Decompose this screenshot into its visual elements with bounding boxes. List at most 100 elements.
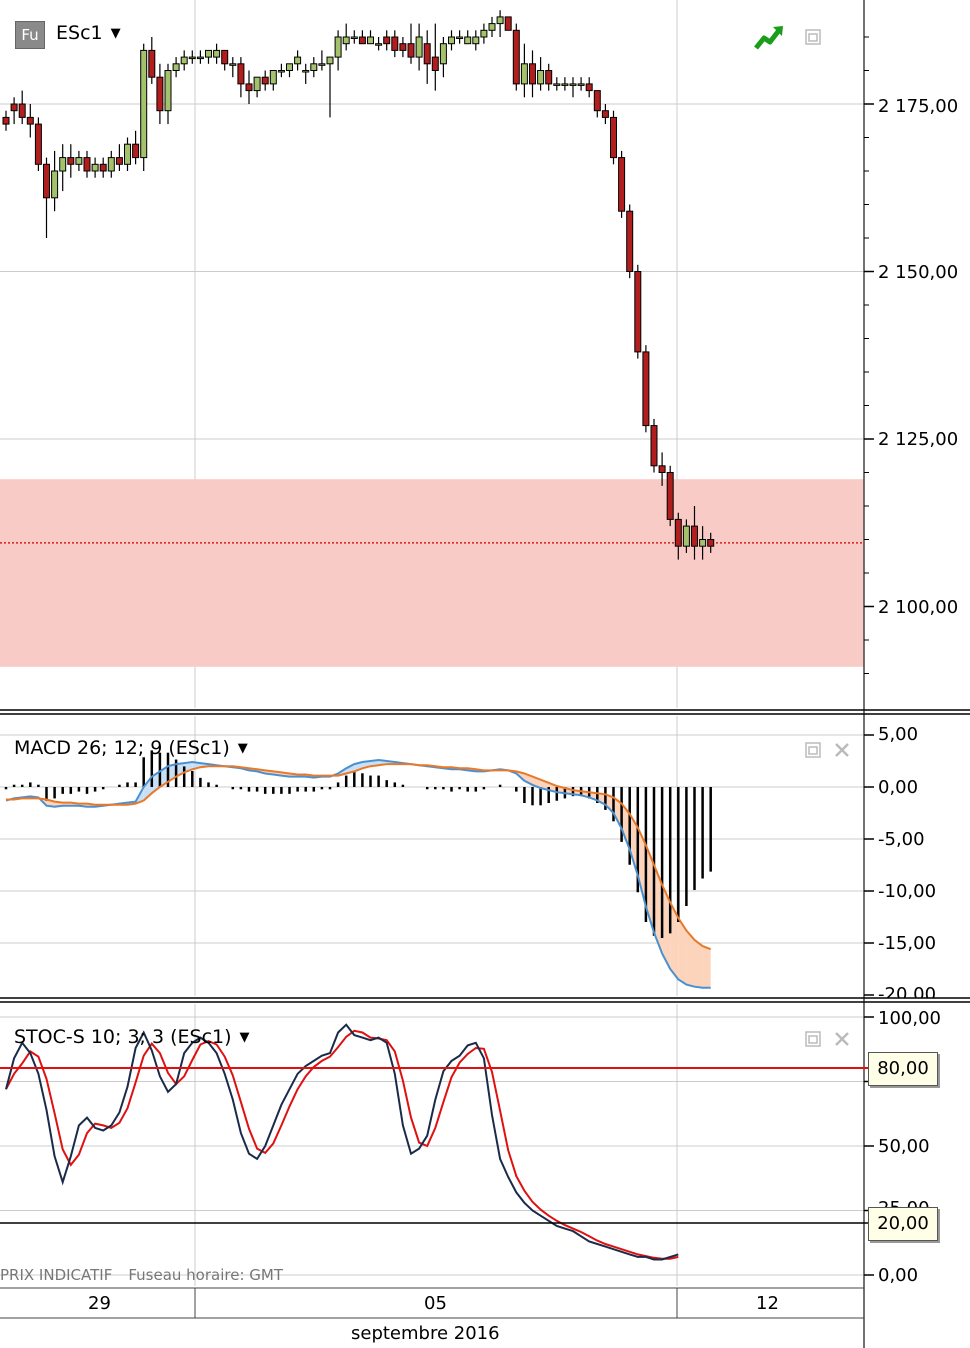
dropdown-caret-icon: ▼ bbox=[237, 741, 248, 756]
price-tick-label: 2 150,00 bbox=[878, 262, 959, 283]
x-tick-label: 05 bbox=[424, 1293, 447, 1314]
candle-body bbox=[391, 36, 399, 51]
candle-body bbox=[286, 63, 293, 71]
maximize-icon[interactable] bbox=[805, 742, 821, 758]
timezone-note: Fuseau horaire: GMT bbox=[128, 1266, 283, 1284]
candle-body bbox=[245, 83, 253, 92]
candle-body bbox=[504, 16, 512, 31]
candle-body bbox=[456, 36, 464, 39]
candle-body bbox=[180, 56, 188, 65]
macd-tick-label: -10,00 bbox=[878, 881, 937, 902]
candle-body bbox=[302, 70, 310, 73]
candle-body bbox=[221, 49, 229, 65]
candle-body bbox=[626, 210, 634, 272]
candle-body bbox=[480, 29, 488, 38]
candle-body bbox=[423, 43, 431, 65]
candle-body bbox=[196, 56, 204, 60]
candle-body bbox=[107, 157, 115, 172]
stochastic-tick-label: 50,00 bbox=[878, 1136, 930, 1157]
month-label: septembre 2016 bbox=[351, 1323, 500, 1344]
macd-tick-label: -15,00 bbox=[878, 933, 937, 954]
candle-body bbox=[415, 36, 423, 58]
candle-body bbox=[140, 49, 148, 159]
candle-body bbox=[666, 472, 674, 520]
candle-body bbox=[26, 116, 34, 125]
candle-body bbox=[213, 49, 221, 58]
candle-body bbox=[2, 116, 10, 125]
stochastic-indicator-selector[interactable]: STOC-S 10; 3; 3 (ESc1) ▼ bbox=[14, 1026, 250, 1048]
axis-ticks bbox=[864, 36, 874, 1276]
macd-tick-label: -20,00 bbox=[878, 984, 937, 998]
candle-body bbox=[75, 157, 83, 165]
candle-body bbox=[83, 157, 91, 172]
candle-body bbox=[10, 103, 18, 112]
macd-tick-label: 0,00 bbox=[878, 777, 919, 798]
macd-histogram bbox=[4, 750, 712, 939]
candle-body bbox=[358, 36, 366, 45]
candle-body bbox=[464, 36, 472, 45]
chart-canvas bbox=[0, 0, 970, 1348]
candle-body bbox=[545, 70, 553, 85]
x-tick-label: 12 bbox=[756, 1293, 779, 1314]
maximize-icon[interactable] bbox=[805, 29, 821, 45]
stochastic-title: STOC-S 10; 3; 3 (ESc1) bbox=[14, 1026, 232, 1048]
candle-body bbox=[269, 70, 277, 85]
macd-tick-label: -5,00 bbox=[878, 829, 925, 850]
price-highlight-band bbox=[0, 479, 864, 667]
candle-body bbox=[496, 16, 504, 25]
stochastic-d-line bbox=[5, 1029, 679, 1260]
candle-body bbox=[561, 83, 569, 86]
candle-body bbox=[18, 103, 26, 118]
candle-body bbox=[553, 83, 561, 86]
close-icon[interactable] bbox=[834, 742, 850, 758]
macd-fill-segment bbox=[694, 939, 703, 988]
symbol-selector[interactable]: ESc1 ▼ bbox=[56, 22, 121, 44]
candle-body bbox=[67, 157, 75, 165]
logo-text: Fu bbox=[21, 26, 39, 44]
stochastic-tick-label: 0,00 bbox=[878, 1265, 919, 1286]
candle-body bbox=[448, 36, 455, 45]
candle-body bbox=[431, 56, 439, 71]
price-tick-label: 2 100,00 bbox=[878, 597, 959, 618]
candle-body bbox=[618, 157, 626, 212]
candle-body bbox=[205, 49, 212, 58]
dropdown-caret-icon: ▼ bbox=[110, 26, 121, 41]
candle-body bbox=[610, 116, 617, 159]
candle-body bbox=[658, 465, 666, 473]
candle-body bbox=[318, 63, 326, 66]
candlestick-series bbox=[2, 10, 715, 560]
candle-body bbox=[520, 63, 528, 85]
candle-body bbox=[634, 271, 642, 353]
candle-body bbox=[577, 83, 585, 86]
x-tick-label: 29 bbox=[88, 1293, 111, 1314]
candle-body bbox=[650, 425, 658, 467]
price-note: PRIX INDICATIF bbox=[0, 1266, 113, 1284]
candle-body bbox=[342, 36, 350, 45]
candle-body bbox=[569, 83, 577, 86]
candle-body bbox=[229, 63, 237, 66]
candle-body bbox=[156, 76, 164, 112]
price-tick-label: 2 125,00 bbox=[878, 429, 959, 450]
candle-body bbox=[237, 63, 245, 85]
candle-body bbox=[59, 157, 67, 172]
candle-body bbox=[277, 70, 285, 73]
candle-body bbox=[326, 56, 334, 65]
footer-note: PRIX INDICATIF Fuseau horaire: GMT bbox=[0, 1266, 299, 1284]
candle-body bbox=[699, 539, 707, 547]
close-icon[interactable] bbox=[834, 1031, 850, 1047]
candle-body bbox=[43, 163, 50, 199]
maximize-icon[interactable] bbox=[805, 1031, 821, 1047]
candle-body bbox=[334, 36, 342, 58]
trend-icon[interactable] bbox=[754, 24, 786, 52]
candle-body bbox=[707, 539, 715, 547]
candle-body bbox=[383, 36, 391, 45]
macd-title: MACD 26; 12; 9 (ESc1) bbox=[14, 737, 230, 759]
logo-badge: Fu bbox=[15, 21, 45, 49]
macd-fill-segment bbox=[702, 946, 711, 988]
macd-indicator-selector[interactable]: MACD 26; 12; 9 (ESc1) ▼ bbox=[14, 737, 248, 759]
candle-body bbox=[99, 163, 107, 172]
candle-body bbox=[294, 56, 302, 65]
candle-body bbox=[34, 123, 42, 165]
candle-body bbox=[691, 525, 698, 547]
stochastic-tick-label: 100,00 bbox=[878, 1008, 941, 1029]
